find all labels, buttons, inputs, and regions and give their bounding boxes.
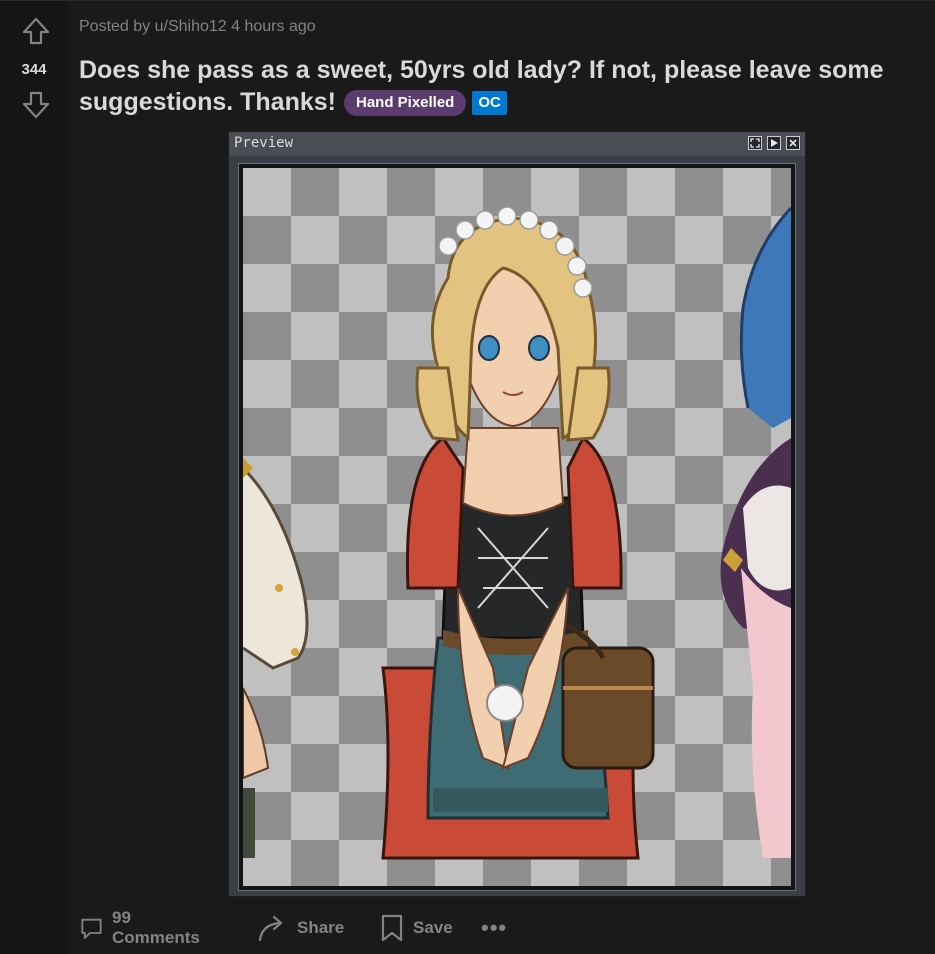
share-button[interactable]: Share xyxy=(257,909,344,947)
preview-titlebar: Preview xyxy=(229,132,805,156)
comments-button[interactable]: 99 Comments xyxy=(79,908,205,947)
vote-score: 344 xyxy=(21,61,47,78)
preview-canvas-frame xyxy=(238,163,796,891)
save-label: Save xyxy=(413,918,453,937)
preview-window: Preview xyxy=(228,131,806,897)
downvote-icon[interactable] xyxy=(20,89,52,121)
main-character xyxy=(381,206,655,860)
preview-canvas xyxy=(243,168,791,886)
bookmark-icon xyxy=(381,914,403,942)
share-icon xyxy=(258,915,283,942)
save-button[interactable]: Save xyxy=(379,909,453,947)
close-icon[interactable] xyxy=(786,136,800,150)
author-link[interactable]: u/Shiho12 xyxy=(155,18,227,35)
comments-label: 99 Comments xyxy=(111,908,200,947)
post-time: 4 hours ago xyxy=(231,18,316,35)
left-character-partial xyxy=(243,458,309,858)
fit-icon[interactable] xyxy=(748,136,762,150)
post-meta: Posted by u/Shiho12 4 hours ago xyxy=(79,18,316,36)
upvote-icon[interactable] xyxy=(20,15,52,47)
meta-prefix: Posted by xyxy=(79,18,151,35)
oc-badge: OC xyxy=(472,91,507,115)
more-icon: ••• xyxy=(481,915,508,940)
right-character-partial xyxy=(720,206,791,858)
post-title-block[interactable]: Does she pass as a sweet, 50yrs old lady… xyxy=(79,54,919,118)
preview-title: Preview xyxy=(234,135,294,151)
post-card: 344 Posted by u/Shiho12 4 hours ago Does… xyxy=(0,0,935,954)
pixel-art-illustration xyxy=(243,206,791,860)
more-options-button[interactable]: ••• xyxy=(481,909,507,947)
comment-icon xyxy=(81,918,102,939)
play-icon[interactable] xyxy=(767,136,781,150)
share-label: Share xyxy=(297,918,345,937)
vote-column: 344 xyxy=(0,1,68,954)
flair-badge[interactable]: Hand Pixelled xyxy=(343,90,467,116)
